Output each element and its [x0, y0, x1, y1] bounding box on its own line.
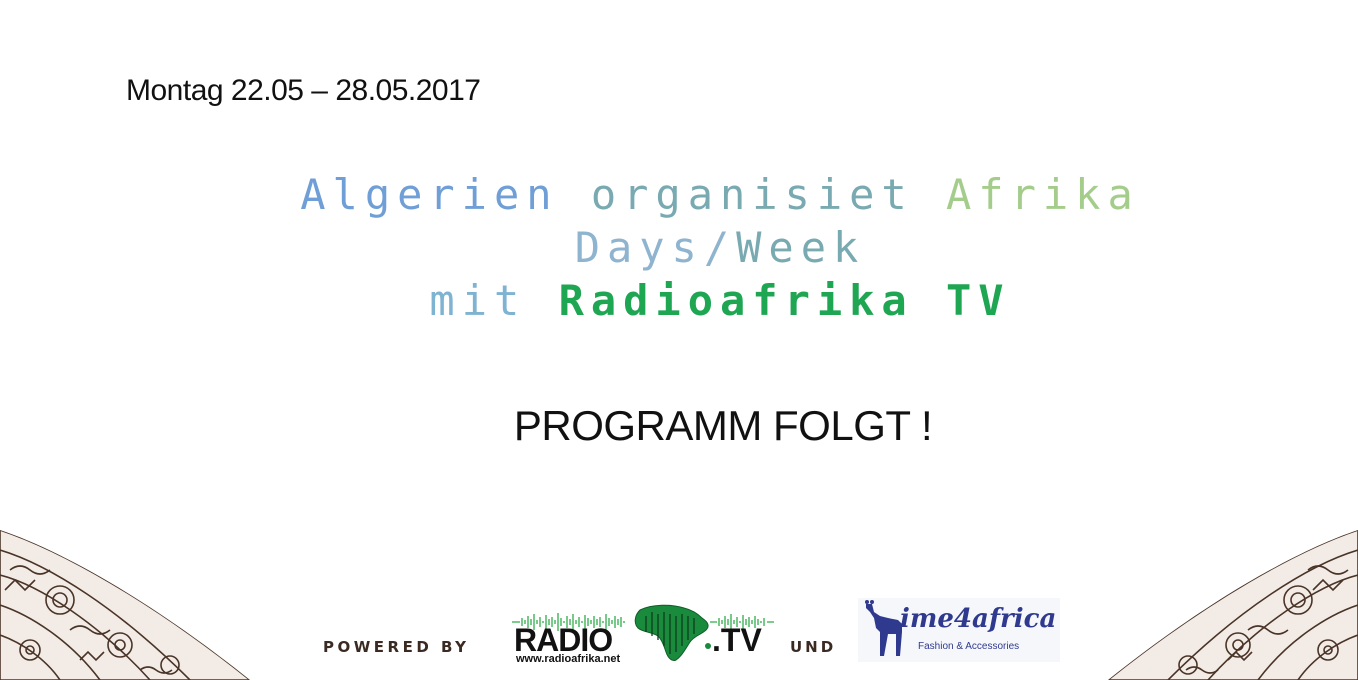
- headline-word-days: Days/: [574, 223, 737, 272]
- radio-logo-url: www.radioafrika.net: [516, 653, 621, 665]
- powered-by-label: POWERED BY: [323, 638, 470, 656]
- africa-map-icon: [634, 604, 709, 661]
- decorative-pattern-right: [1108, 530, 1358, 680]
- program-notice: PROGRAMM FOLGT !: [513, 402, 933, 449]
- time4africa-logo-tagline: Fashion & Accessories: [918, 641, 1020, 652]
- headline-word-week: Week: [736, 223, 866, 272]
- decorative-pattern-left: [0, 530, 250, 680]
- headline-word-mit: mit: [429, 276, 527, 325]
- headline-line-3: mit Radioafrika TV: [0, 274, 1358, 327]
- headline: Algerien organisiet Afrika Days/Week mit…: [0, 168, 1358, 327]
- und-label: UND: [790, 638, 837, 656]
- headline-word-afrika: Afrika: [946, 170, 1140, 219]
- date-range: Montag 22.05 – 28.05.2017: [126, 74, 481, 107]
- headline-radioafrika-tv: Radioafrika TV: [558, 276, 1011, 325]
- headline-word-organisiet: organisiet: [590, 170, 914, 219]
- radio-logo-tv: .TV: [712, 622, 762, 658]
- headline-line-1: Algerien organisiet Afrika: [0, 168, 1358, 221]
- headline-word-algerien: Algerien: [300, 170, 559, 219]
- headline-line-2: Days/Week: [0, 221, 1358, 274]
- time4africa-logo-word: ime4africa: [900, 604, 1057, 634]
